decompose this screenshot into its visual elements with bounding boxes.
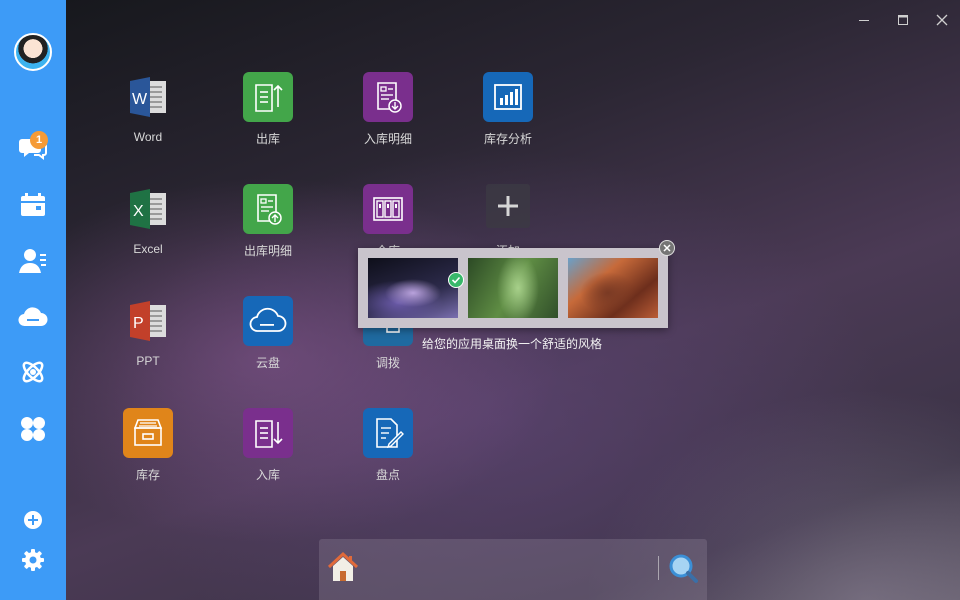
calendar-icon: [21, 193, 45, 216]
cloud-icon: [18, 307, 48, 327]
theme-thumbnail-green[interactable]: [468, 258, 558, 318]
powerpoint-icon: P: [123, 296, 173, 346]
app-label: 库存分析: [483, 132, 532, 146]
search-button[interactable]: [667, 553, 699, 585]
app-label: 云盘: [255, 356, 280, 370]
gear-icon: [22, 549, 44, 571]
dock-divider: [658, 556, 659, 580]
app-label: 盘点: [375, 468, 400, 482]
app-outbound[interactable]: 出库: [218, 72, 318, 162]
minimize-icon: [859, 20, 869, 21]
app-label: 入库明细: [363, 132, 412, 146]
app-stocktake[interactable]: 盘点: [338, 408, 438, 498]
app-label: Excel: [133, 242, 163, 256]
app-ppt[interactable]: P PPT: [98, 296, 198, 386]
svg-text:W: W: [132, 91, 148, 108]
app-label: 入库: [255, 468, 280, 482]
sidebar-settings-button[interactable]: [0, 540, 66, 580]
close-window-button[interactable]: [932, 10, 952, 30]
word-icon: W: [123, 72, 173, 122]
app-label: Word: [133, 130, 163, 144]
notification-badge: 1: [30, 131, 48, 149]
archive-box-icon: [123, 408, 173, 458]
minimize-button[interactable]: [854, 10, 874, 30]
home-icon: [327, 551, 359, 581]
excel-icon: X: [123, 184, 173, 234]
selected-check-icon: [448, 272, 464, 288]
sidebar-item-calendar[interactable]: [0, 185, 66, 225]
contacts-icon: [19, 249, 46, 273]
add-circle-icon: [24, 511, 42, 529]
app-inbound[interactable]: 入库: [218, 408, 318, 498]
outbound-icon: [243, 72, 293, 122]
user-avatar[interactable]: [14, 33, 52, 71]
theme-picker-tip: 给您的应用桌面换一个舒适的风格: [422, 337, 603, 351]
app-inbound-detail[interactable]: 入库明细: [338, 72, 438, 162]
svg-text:P: P: [133, 315, 144, 332]
app-label: 库存: [135, 468, 160, 482]
stocktake-icon: [363, 408, 413, 458]
theme-picker-panel: [358, 248, 668, 328]
sidebar-add-button[interactable]: [0, 500, 66, 540]
app-inventory-analysis[interactable]: 库存分析: [458, 72, 558, 162]
app-word[interactable]: W Word: [98, 72, 198, 162]
app-label: 调拨: [375, 356, 400, 370]
app-excel[interactable]: X Excel: [98, 184, 198, 274]
inbound-icon: [243, 408, 293, 458]
plus-icon: [486, 184, 530, 228]
app-outbound-detail[interactable]: 出库明细: [218, 184, 318, 274]
bottom-dock: [319, 539, 707, 600]
atom-icon: [22, 361, 44, 383]
close-icon: [663, 244, 671, 252]
theme-picker-close-button[interactable]: [659, 240, 675, 256]
close-icon: [936, 14, 948, 26]
app-cloud-drive[interactable]: 云盘: [218, 296, 318, 386]
maximize-button[interactable]: [893, 10, 913, 30]
bar-chart-icon: [483, 72, 533, 122]
sidebar-item-science[interactable]: [0, 352, 66, 392]
clover-apps-icon: [21, 417, 45, 441]
sidebar: 1: [0, 0, 66, 600]
svg-text:X: X: [133, 203, 144, 220]
search-icon: [669, 554, 698, 583]
warehouse-icon: [363, 184, 413, 234]
theme-thumbnail-canyon[interactable]: [568, 258, 658, 318]
app-inventory[interactable]: 库存: [98, 408, 198, 498]
sidebar-item-contacts[interactable]: [0, 241, 66, 281]
sidebar-item-cloud[interactable]: [0, 297, 66, 337]
theme-thumbnail-galaxy[interactable]: [368, 258, 464, 318]
maximize-icon: [898, 15, 908, 25]
app-label: 出库: [255, 132, 280, 146]
app-label: 出库明细: [243, 244, 292, 258]
outbound-detail-icon: [243, 184, 293, 234]
app-label: PPT: [136, 354, 160, 368]
sidebar-item-apps[interactable]: [0, 409, 66, 449]
cloud-drive-icon: [243, 296, 293, 346]
home-button[interactable]: [326, 550, 360, 586]
inbound-detail-icon: [363, 72, 413, 122]
